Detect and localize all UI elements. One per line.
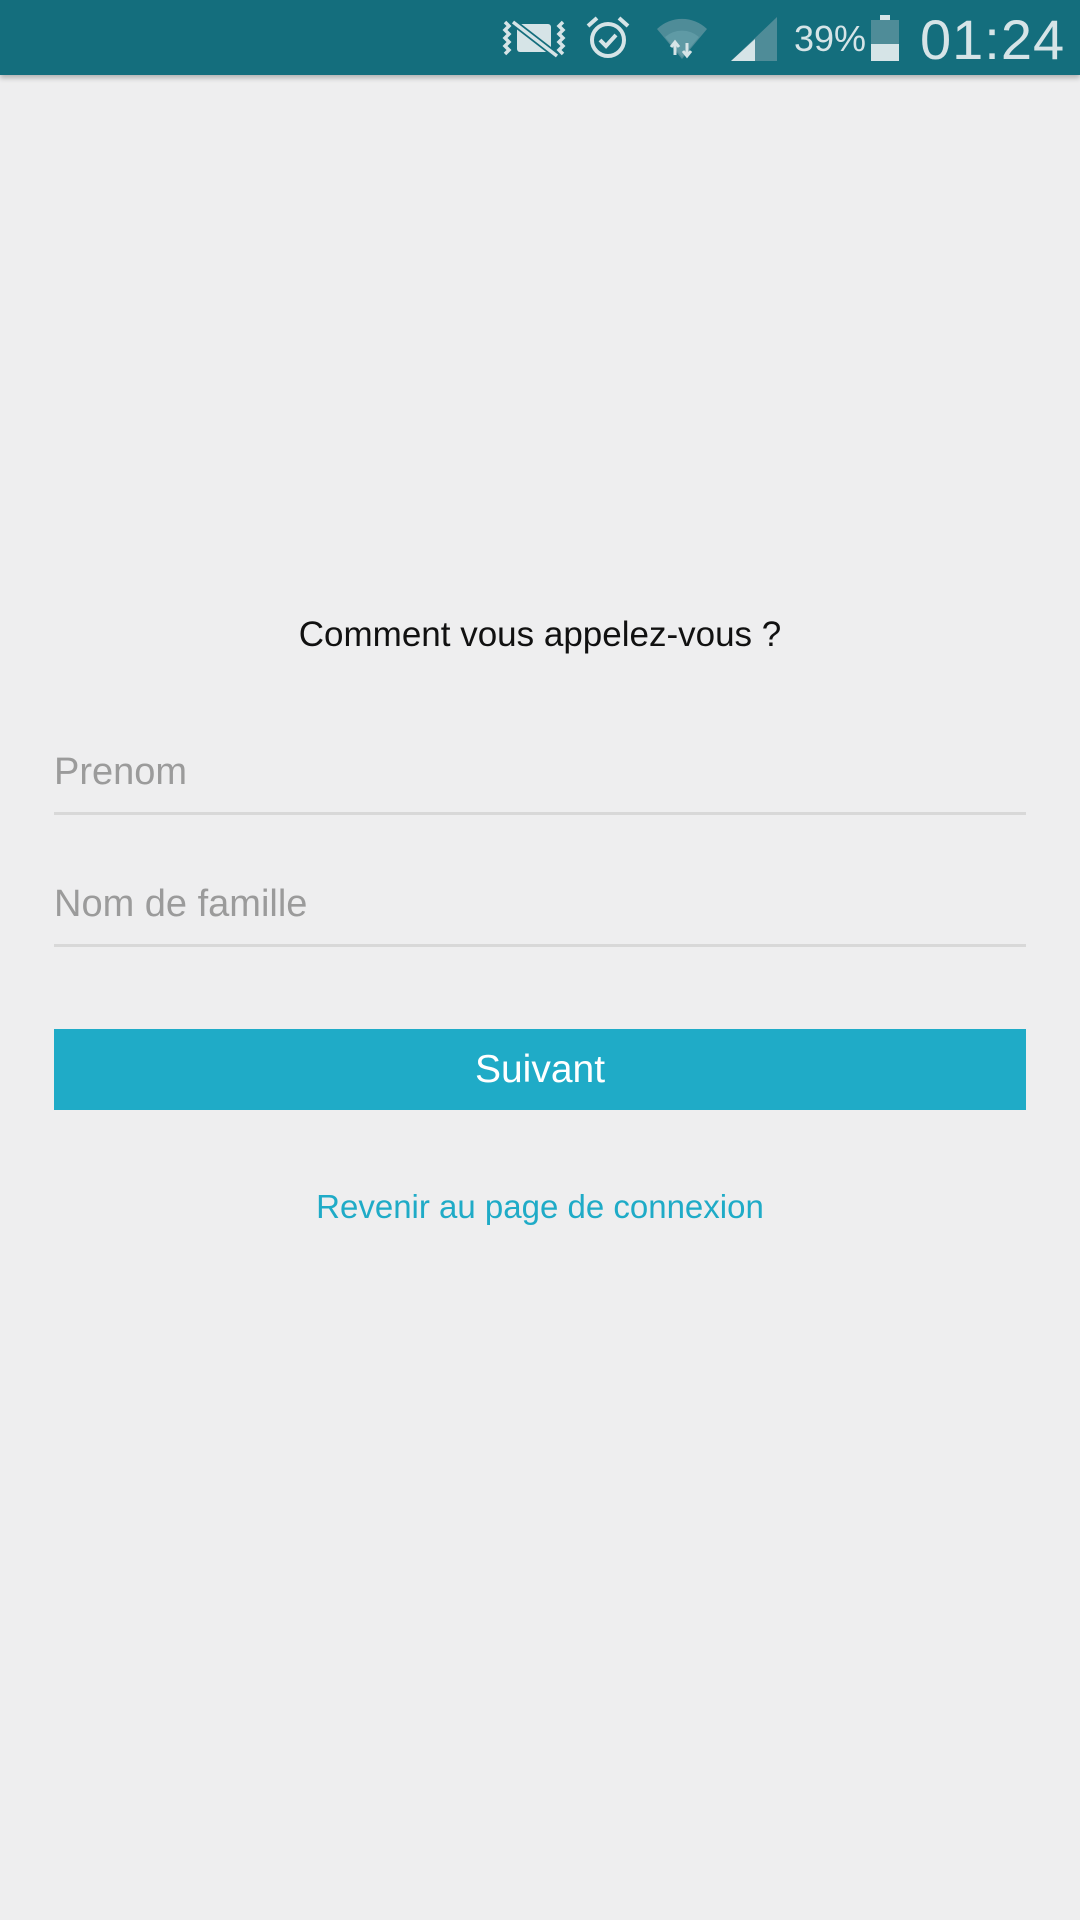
last-name-input[interactable]	[54, 864, 1026, 944]
vibrate-muted-icon	[498, 0, 570, 75]
back-to-login-link[interactable]: Revenir au page de connexion	[0, 1188, 1080, 1226]
name-question-heading: Comment vous appelez-vous ?	[298, 615, 782, 654]
battery-icon	[868, 0, 902, 75]
status-clock: 01:24	[920, 8, 1066, 71]
last-name-field[interactable]	[54, 864, 1026, 947]
status-bar: 39% 01:24	[0, 0, 1080, 75]
first-name-field[interactable]	[54, 732, 1026, 815]
alarm-icon	[582, 0, 634, 75]
signal-icon	[728, 0, 780, 75]
battery-percent: 39%	[794, 18, 867, 59]
next-button[interactable]: Suivant	[54, 1029, 1026, 1110]
first-name-input[interactable]	[54, 732, 1026, 812]
wifi-icon	[654, 0, 710, 75]
